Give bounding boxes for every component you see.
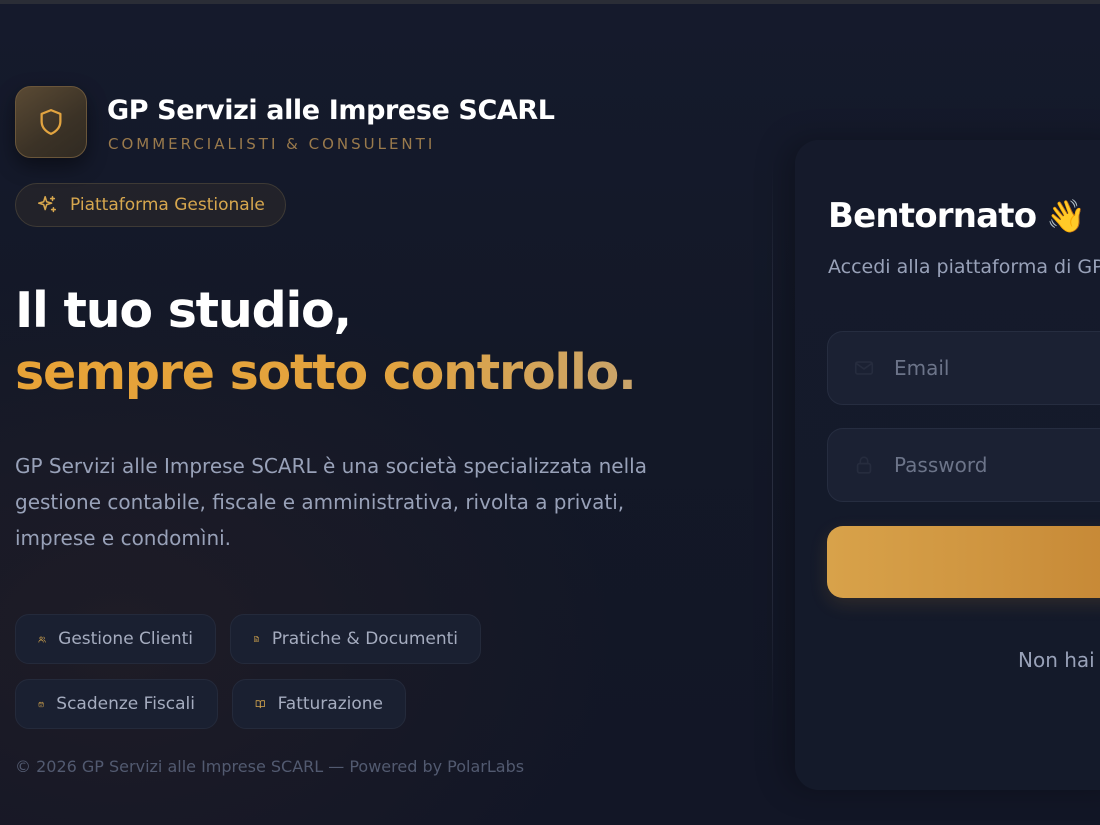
email-field-wrapper[interactable]: [827, 331, 1100, 405]
footer-copyright: © 2026 GP Servizi alle Imprese SCARL — P…: [15, 757, 525, 776]
users-icon: [38, 636, 46, 643]
login-title: Bentornato 👋: [828, 196, 1086, 236]
company-description: GP Servizi alle Imprese SCARL è una soci…: [15, 454, 647, 550]
login-title-text: Bentornato: [828, 196, 1037, 236]
feature-chip-clients: Gestione Clienti: [15, 614, 216, 664]
feature-chip-label: Fatturazione: [277, 694, 383, 714]
platform-badge: Piattaforma Gestionale: [15, 183, 286, 227]
feature-chip-invoicing: Fatturazione: [232, 679, 406, 729]
feature-chip-label: Pratiche & Documenti: [271, 629, 458, 649]
sparkles-icon: [37, 195, 57, 213]
headline-line-2: sempre sotto controllo.: [15, 344, 637, 401]
headline-line-1: Il tuo studio,: [15, 282, 352, 339]
brand-name: GP Servizi alle Imprese SCARL: [107, 95, 555, 126]
brand-tagline: COMMERCIALISTI & CONSULENTI: [108, 135, 436, 153]
login-subtitle: Accedi alla piattaforma di GP S: [828, 256, 1100, 278]
mail-icon: [848, 352, 880, 384]
email-field[interactable]: [894, 356, 1100, 380]
password-field[interactable]: [894, 453, 1100, 477]
waving-hand-icon: 👋: [1046, 197, 1086, 235]
login-submit-button[interactable]: [827, 526, 1100, 598]
file-text-icon: [254, 636, 259, 642]
feature-chip-label: Scadenze Fiscali: [56, 694, 195, 714]
password-field-wrapper[interactable]: [827, 428, 1100, 502]
lock-icon: [848, 449, 880, 481]
shield-icon: [40, 109, 62, 135]
calendar-check-icon: [38, 701, 44, 707]
login-page: GP Servizi alle Imprese SCARL COMMERCIAL…: [0, 0, 1100, 825]
brand-logo: [15, 86, 87, 158]
platform-badge-label: Piattaforma Gestionale: [70, 195, 265, 215]
feature-chip-label: Gestione Clienti: [58, 629, 193, 649]
book-open-icon: [255, 700, 265, 709]
top-border: [0, 0, 1100, 4]
feature-chip-documents: Pratiche & Documenti: [230, 614, 481, 664]
signup-prompt[interactable]: Non hai u: [1018, 648, 1100, 672]
panel-divider: [772, 160, 773, 720]
feature-chip-deadlines: Scadenze Fiscali: [15, 679, 218, 729]
